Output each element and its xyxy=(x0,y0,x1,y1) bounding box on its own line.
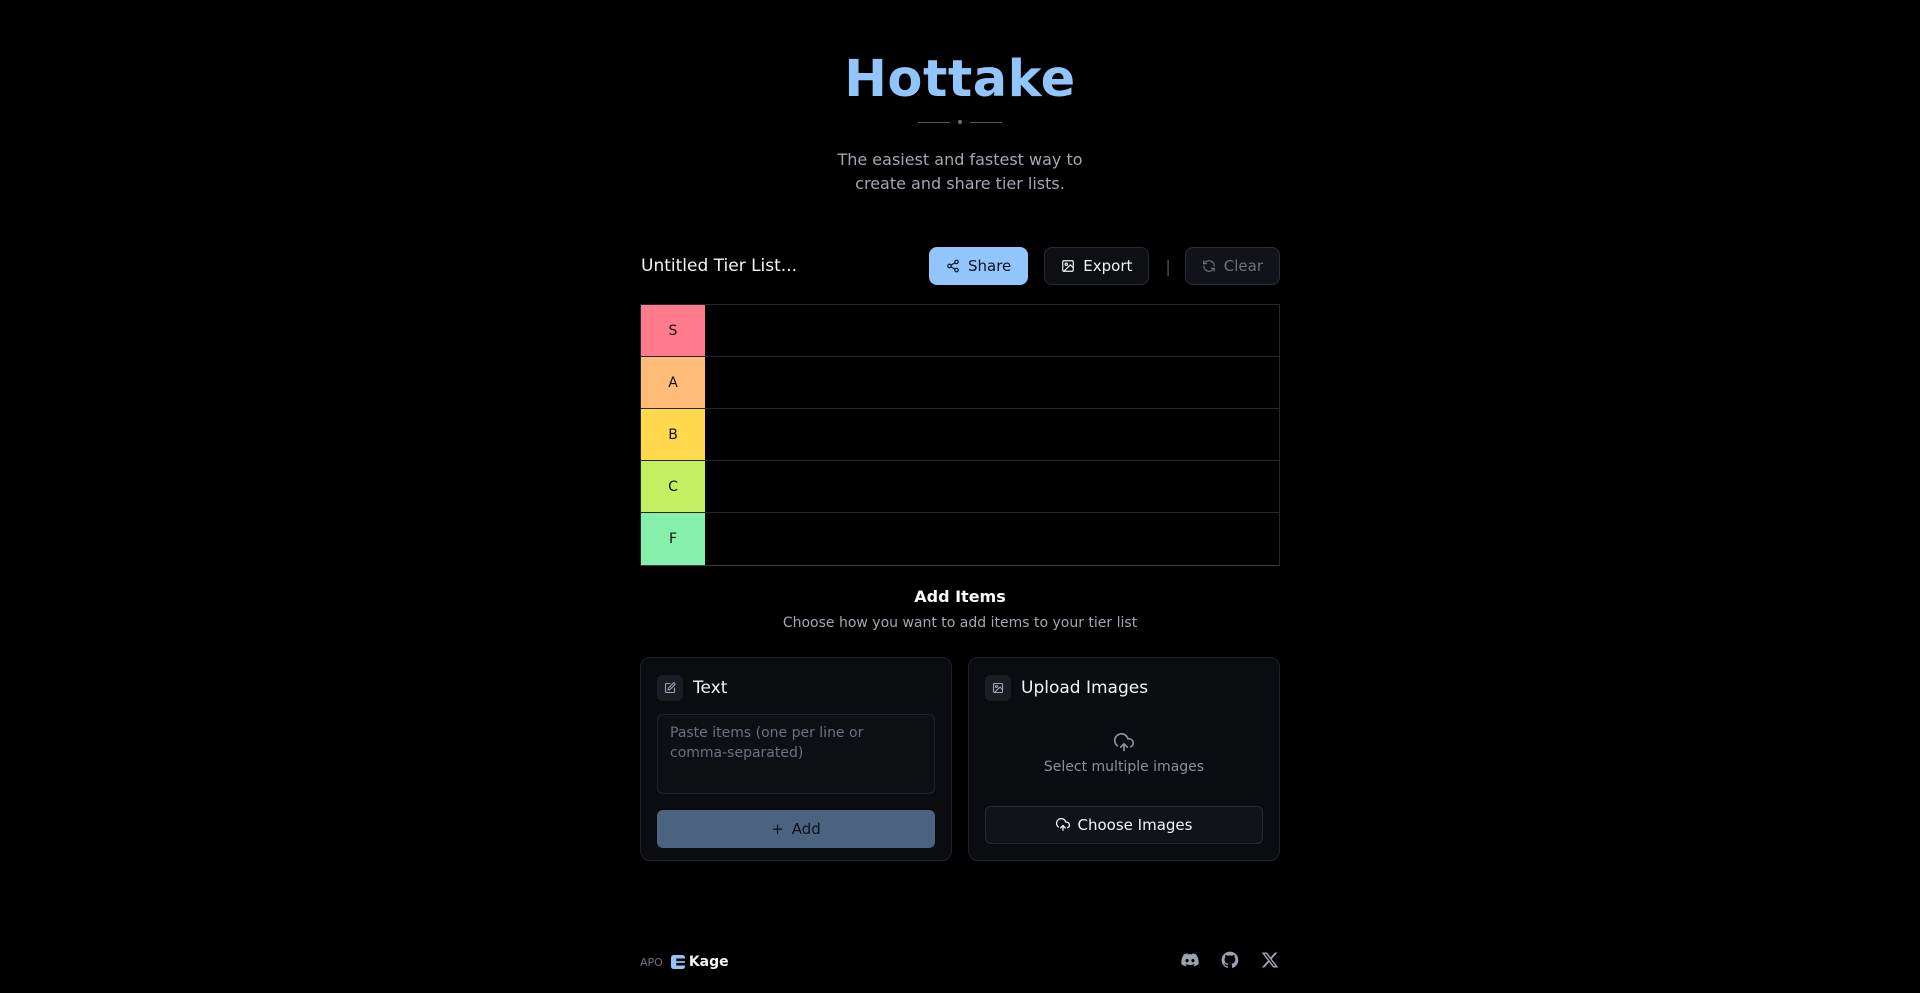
tier-drop-zone[interactable] xyxy=(705,409,1279,460)
image-icon xyxy=(1062,260,1075,272)
upload-drop-zone[interactable]: Select multiple images xyxy=(985,714,1263,794)
title-divider xyxy=(640,118,1280,126)
share-button[interactable]: Share xyxy=(928,247,1029,285)
divider-line xyxy=(918,121,950,123)
tier-list-title[interactable]: Untitled Tier List... xyxy=(640,256,929,276)
tier-label[interactable]: B xyxy=(641,409,705,460)
text-card-header: Text xyxy=(657,674,935,702)
x-icon xyxy=(1261,952,1279,968)
tier-drop-zone[interactable] xyxy=(705,513,1279,565)
add-items-subtitle: Choose how you want to add items to your… xyxy=(782,615,1138,631)
tier-drop-zone[interactable] xyxy=(705,461,1279,512)
clear-label: Clear xyxy=(1223,257,1263,275)
kage-link[interactable]: Kage xyxy=(670,954,729,970)
footer: APO Kage xyxy=(640,950,1280,974)
main-container: Hottake The easiest and fastest way to c… xyxy=(640,0,1280,861)
refresh-icon xyxy=(1202,260,1215,272)
discord-link[interactable] xyxy=(1180,950,1200,974)
add-label: Add xyxy=(791,820,821,838)
x-link[interactable] xyxy=(1260,950,1280,974)
export-label: Export xyxy=(1083,257,1133,275)
tier-row-f: F xyxy=(641,513,1279,565)
social-links xyxy=(1180,950,1280,974)
share-label: Share xyxy=(967,257,1012,275)
tier-row-c: C xyxy=(641,461,1279,513)
app-subtitle: The easiest and fastest way to create an… xyxy=(837,150,1083,193)
divider-line xyxy=(970,121,1002,123)
app-title: Hottake xyxy=(844,50,1076,109)
tier-label[interactable]: S xyxy=(641,305,705,356)
tier-list: S A B C F xyxy=(640,304,1280,566)
hero: Hottake The easiest and fastest way to c… xyxy=(640,0,1280,196)
add-items-title: Add Items xyxy=(914,587,1006,606)
choose-images-label: Choose Images xyxy=(1077,816,1193,834)
upload-card-header: Upload Images xyxy=(985,674,1263,702)
github-link[interactable] xyxy=(1220,950,1240,974)
text-card-title: Text xyxy=(693,678,728,698)
divider-dot xyxy=(958,120,962,124)
tier-label[interactable]: F xyxy=(641,513,705,565)
share-icon xyxy=(947,259,959,273)
tier-label[interactable]: C xyxy=(641,461,705,512)
add-items-section: Add Items Choose how you want to add ite… xyxy=(640,586,1280,633)
tier-list-toolbar: Untitled Tier List... Share Export | Cle… xyxy=(640,246,1280,286)
image-icon xyxy=(985,675,1011,701)
add-items-cards: Text + Add Upload Images xyxy=(640,657,1280,861)
upload-card-title: Upload Images xyxy=(1021,678,1149,698)
add-button[interactable]: + Add xyxy=(657,810,935,848)
plus-icon: + xyxy=(771,820,784,838)
upload-hint: Select multiple images xyxy=(1043,759,1205,775)
tier-row-b: B xyxy=(641,409,1279,461)
export-button[interactable]: Export xyxy=(1044,247,1150,285)
choose-images-button[interactable]: Choose Images xyxy=(985,806,1263,844)
tier-drop-zone[interactable] xyxy=(705,357,1279,408)
tier-label[interactable]: A xyxy=(641,357,705,408)
cloud-upload-icon xyxy=(1114,733,1134,752)
credit-prefix: APO xyxy=(640,955,663,969)
tier-row-s: S xyxy=(641,305,1279,357)
kage-label: Kage xyxy=(688,954,729,970)
toolbar-separator: | xyxy=(1165,256,1171,276)
discord-icon xyxy=(1181,953,1199,967)
kage-logo-icon xyxy=(670,955,685,969)
tier-row-a: A xyxy=(641,357,1279,409)
clear-button[interactable]: Clear xyxy=(1184,247,1280,285)
items-textarea[interactable] xyxy=(657,714,935,794)
upload-card: Upload Images Select multiple images Cho… xyxy=(968,657,1280,861)
edit-icon xyxy=(657,675,683,701)
github-icon xyxy=(1221,951,1239,968)
text-card: Text + Add xyxy=(640,657,952,861)
cloud-upload-icon xyxy=(1055,818,1070,831)
tier-drop-zone[interactable] xyxy=(705,305,1279,356)
credit: APO Kage xyxy=(640,954,1180,970)
